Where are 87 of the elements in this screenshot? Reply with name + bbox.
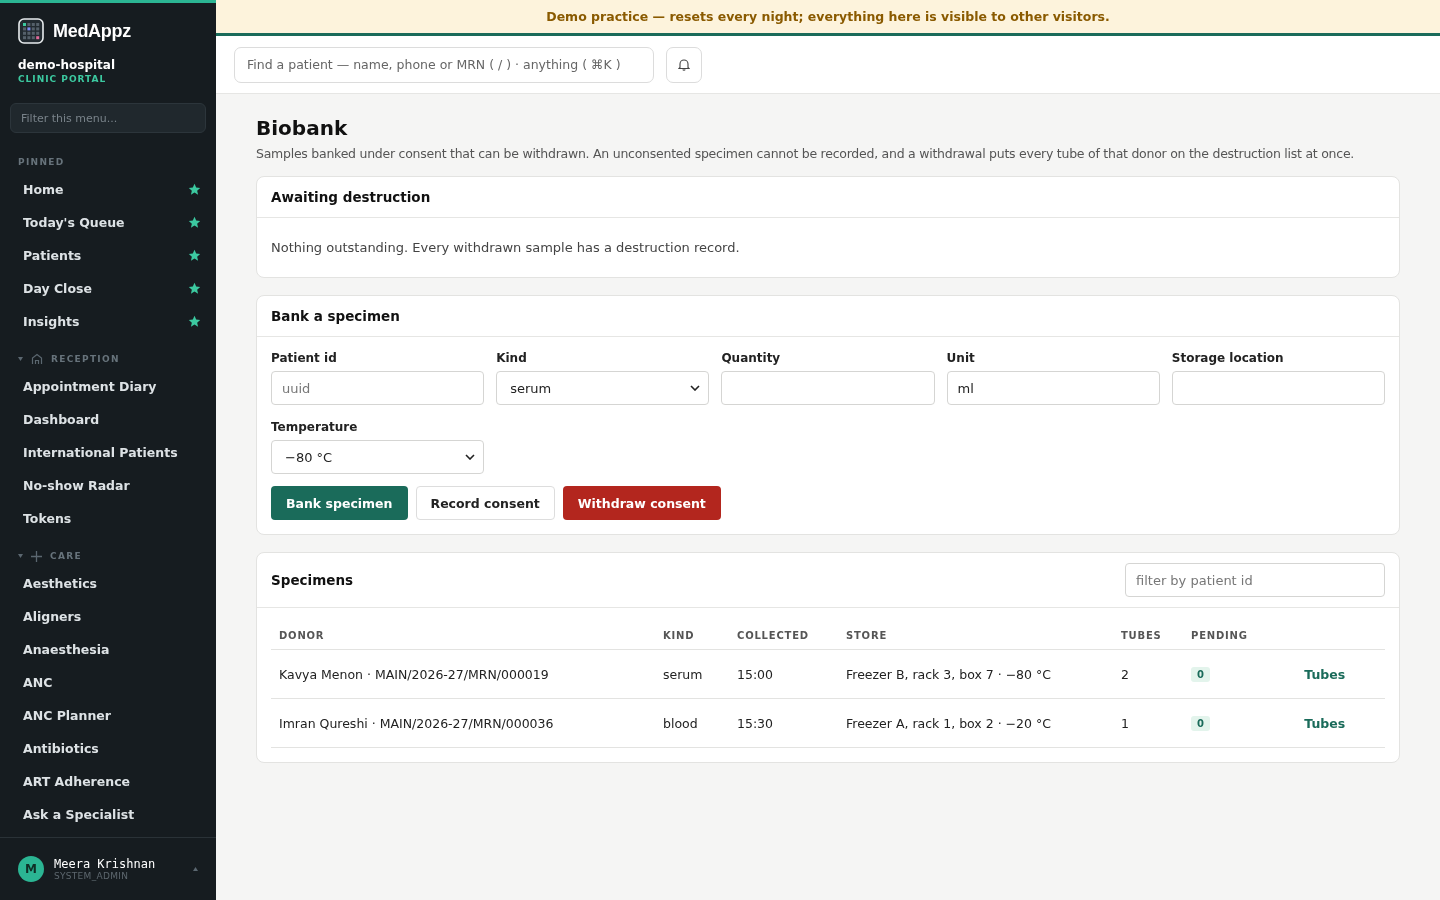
menu-item[interactable]: ANC <box>8 666 201 699</box>
table-cell: Kavya Menon · MAIN/2026-27/MRN/000019 <box>271 649 655 699</box>
house-icon <box>31 353 43 365</box>
field-label: Kind <box>496 351 528 365</box>
bell-icon <box>678 58 690 71</box>
input-field[interactable] <box>721 371 935 405</box>
card-title: Bank a specimen <box>271 308 400 324</box>
input-field[interactable]: ml <box>946 371 1160 405</box>
table-cell: 2 <box>1113 649 1183 699</box>
menu-item[interactable]: ART Adherence <box>8 765 201 798</box>
user-avatar: M <box>18 856 44 882</box>
section-heading: PINNED <box>18 157 65 167</box>
star-icon[interactable] <box>188 282 201 295</box>
expanded-caret-icon[interactable] <box>18 553 23 559</box>
table-cell: 15:30 <box>729 698 838 748</box>
field-label: Patient id <box>271 351 338 365</box>
menu-item[interactable]: Patients <box>8 239 201 272</box>
menu-item[interactable]: Aligners <box>8 600 201 633</box>
table-cell: 1 <box>1113 698 1183 748</box>
column-header: STORE <box>838 622 1113 650</box>
chevron-icon <box>465 454 476 460</box>
plus-icon <box>31 550 42 562</box>
menu-item[interactable]: Antibiotics <box>8 732 201 765</box>
select-field[interactable]: serum <box>496 371 710 405</box>
user-name: Meera Krishnan <box>54 857 157 871</box>
field-label: Temperature <box>271 420 359 434</box>
menu-item[interactable]: Anaesthesia <box>8 633 201 666</box>
organization-name: demo-hospital <box>17 57 117 72</box>
patient-filter-field[interactable]: filter by patient id <box>1125 563 1385 597</box>
tubes-link[interactable]: Tubes <box>1304 715 1346 731</box>
caret-icon[interactable] <box>193 867 198 871</box>
menu-item[interactable]: Appointment Diary <box>8 370 201 403</box>
field-label: Quantity <box>721 351 782 365</box>
input-field[interactable] <box>1171 371 1385 405</box>
action-button[interactable]: Withdraw consent <box>562 486 721 520</box>
input-field[interactable]: uuid <box>271 371 485 405</box>
table-cell: serum <box>655 649 729 699</box>
section-heading: CARE <box>50 551 82 561</box>
menu-item[interactable]: Aesthetics <box>8 567 201 600</box>
column-header: DONOR <box>271 622 655 650</box>
app-name: MedAppz <box>53 20 131 42</box>
card-title: Specimens <box>271 572 354 588</box>
column-header: COLLECTED <box>729 622 838 650</box>
select-field[interactable]: −80 °C <box>271 440 485 474</box>
menu-item[interactable]: ANC Planner <box>8 699 201 732</box>
field-label: Unit <box>946 351 976 365</box>
field-label: Storage location <box>1171 351 1285 365</box>
menu-item[interactable]: Home <box>8 173 201 206</box>
portal-label: CLINIC PORTAL <box>17 73 108 84</box>
menu-item[interactable]: Dashboard <box>8 403 201 436</box>
card-title: Awaiting destruction <box>271 189 431 205</box>
search-field[interactable]: Find a patient — name, phone or MRN ( / ) · anything ( ⌘K ) <box>234 46 654 83</box>
section-heading: RECEPTION <box>51 354 120 364</box>
column-header: PENDING <box>1183 622 1297 650</box>
table-cell: blood <box>655 698 729 748</box>
table-cell: Imran Qureshi · MAIN/2026-27/MRN/000036 <box>271 698 655 748</box>
star-icon[interactable] <box>188 315 201 328</box>
menu-item[interactable]: Insights <box>8 305 201 338</box>
action-button[interactable]: Record consent <box>415 486 555 520</box>
pending-badge: 0 <box>1191 716 1210 731</box>
table-cell: Freezer A, rack 1, box 2 · −20 °C <box>838 698 1113 748</box>
empty-message: Nothing outstanding. Every withdrawn sample has a destruction record. <box>271 240 741 255</box>
grid-logo-icon <box>18 18 44 44</box>
menu-item[interactable]: No-show Radar <box>8 469 201 502</box>
chevron-icon <box>690 385 701 391</box>
demo-banner: Demo practice — resets every night; everything here is visible to other visitors. <box>216 0 1440 36</box>
menu-filter-field[interactable]: Filter this menu... <box>10 103 206 133</box>
notifications-button[interactable] <box>666 46 702 83</box>
menu-item[interactable]: International Patients <box>8 436 201 469</box>
column-header: KIND <box>655 622 729 650</box>
menu-item[interactable]: Tokens <box>8 502 201 535</box>
tubes-link[interactable]: Tubes <box>1304 666 1346 682</box>
star-icon[interactable] <box>188 249 201 262</box>
table-cell: 15:00 <box>729 649 838 699</box>
menu-item[interactable]: Ask a Specialist <box>8 798 201 831</box>
menu-item[interactable]: Day Close <box>8 272 201 305</box>
pending-badge: 0 <box>1191 667 1210 682</box>
page-title: Biobank <box>256 116 349 140</box>
table-cell: Freezer B, rack 3, box 7 · −80 °C <box>838 649 1113 699</box>
action-button[interactable]: Bank specimen <box>271 486 408 520</box>
column-header: TUBES <box>1113 622 1183 650</box>
menu-item[interactable]: Today's Queue <box>8 206 201 239</box>
user-role: SYSTEM_ADMIN <box>54 871 130 881</box>
star-icon[interactable] <box>188 183 201 196</box>
star-icon[interactable] <box>188 216 201 229</box>
expanded-caret-icon[interactable] <box>18 356 23 362</box>
page-description: Samples banked under consent that can be withdrawn. An unconsented specimen cannot be recorded, and a withdrawal puts every tube of that donor on the destruction list at once. <box>256 146 1356 161</box>
